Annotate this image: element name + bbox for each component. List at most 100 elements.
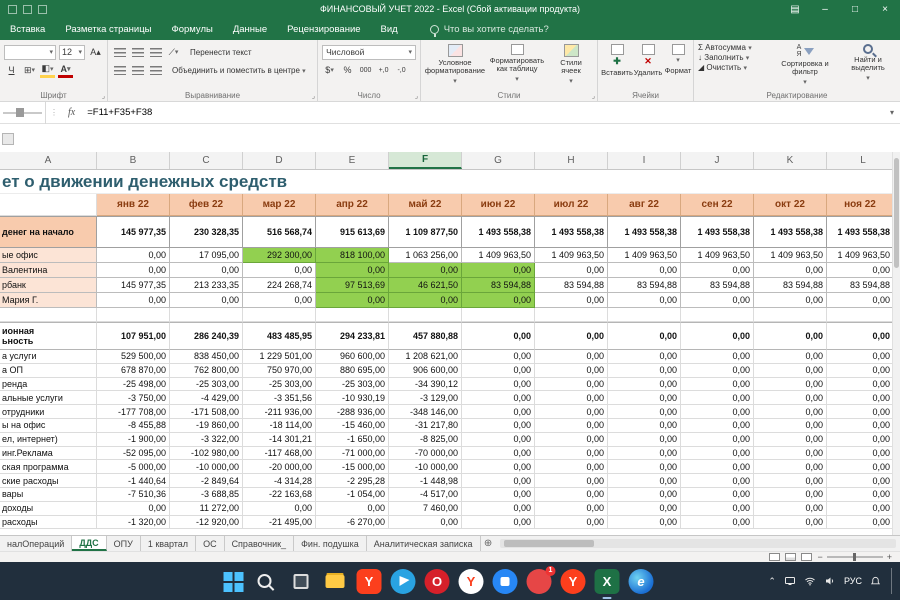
column-header[interactable]: B [97, 152, 170, 169]
row-label[interactable]: альные услуги [0, 391, 97, 406]
normal-view-icon[interactable] [769, 553, 781, 561]
cell[interactable]: -3 129,00 [389, 391, 462, 406]
yandex-icon[interactable]: Y [458, 568, 484, 594]
cell[interactable]: 0,00 [462, 293, 535, 308]
cell[interactable]: -1 900,00 [97, 432, 170, 447]
zoom-in-icon[interactable]: + [887, 552, 892, 562]
sheet-tab[interactable]: Фин. подушка [294, 536, 367, 551]
ribbon-display-options-icon[interactable]: ▤ [780, 0, 810, 18]
cell[interactable]: 0,00 [462, 515, 535, 530]
month-header-cell[interactable]: июл 22 [535, 194, 608, 216]
cell[interactable]: 0,00 [754, 363, 827, 378]
cell[interactable] [389, 308, 462, 322]
cell[interactable]: 0,00 [608, 460, 681, 475]
close-button[interactable]: × [870, 0, 900, 18]
cell[interactable]: -25 498,00 [97, 377, 170, 392]
cell[interactable]: 0,00 [827, 501, 900, 516]
cell[interactable]: 0,00 [754, 432, 827, 447]
cell[interactable]: 0,00 [462, 460, 535, 475]
ribbon-tab[interactable]: Вставка [0, 18, 55, 40]
monitor-icon[interactable] [784, 575, 796, 587]
cell[interactable]: 0,00 [243, 501, 316, 516]
excel-icon[interactable]: X [594, 568, 620, 599]
cell[interactable] [316, 308, 389, 322]
cell[interactable]: 83 594,88 [827, 278, 900, 293]
cell[interactable]: 0,00 [97, 248, 170, 263]
merge-center-button[interactable]: Объединить и поместить в центре ▾ [172, 66, 306, 75]
zoom-slider-knob[interactable] [852, 553, 856, 561]
cell[interactable] [608, 308, 681, 322]
cell[interactable]: 0,00 [535, 363, 608, 378]
sort-filter-button[interactable]: АЯ Сортировка и фильтр ▾ [774, 43, 836, 90]
cell[interactable]: 0,00 [754, 474, 827, 488]
cell[interactable]: -20 000,00 [243, 460, 316, 475]
cell[interactable]: 0,00 [681, 391, 754, 406]
tell-me-search[interactable]: Что вы хотите сделать? [429, 24, 549, 37]
cell[interactable]: -25 303,00 [243, 377, 316, 392]
cell[interactable]: -3 688,85 [170, 487, 243, 502]
cell[interactable]: 0,00 [754, 322, 827, 350]
cell[interactable]: 0,00 [535, 418, 608, 433]
cell[interactable]: 0,00 [535, 391, 608, 406]
cell[interactable]: 0,00 [827, 515, 900, 530]
cell[interactable]: 0,00 [170, 293, 243, 308]
cell[interactable]: 457 880,88 [389, 322, 462, 350]
align-right-icon[interactable] [148, 63, 163, 78]
cell[interactable]: 11 272,00 [170, 501, 243, 516]
align-top-icon[interactable] [112, 45, 127, 60]
month-header-cell[interactable]: янв 22 [97, 194, 170, 216]
cell[interactable]: 0,00 [243, 263, 316, 278]
cell[interactable]: 0,00 [681, 293, 754, 308]
cell[interactable]: 0,00 [681, 322, 754, 350]
cell[interactable]: 286 240,39 [170, 322, 243, 350]
sheet-tab[interactable]: ОПУ [107, 536, 141, 551]
cell[interactable]: 0,00 [681, 405, 754, 419]
cell[interactable]: 750 970,00 [243, 363, 316, 378]
borders-icon[interactable]: ⊞ ▾ [22, 63, 37, 78]
cell[interactable]: -4 517,00 [389, 487, 462, 502]
cell[interactable]: 0,00 [681, 350, 754, 364]
cell[interactable]: 0,00 [535, 501, 608, 516]
month-header-cell[interactable]: июн 22 [462, 194, 535, 216]
row-label[interactable]: вары [0, 487, 97, 502]
cell[interactable]: 1 493 558,38 [462, 216, 535, 248]
cell[interactable]: 1 109 877,50 [389, 216, 462, 248]
cell[interactable]: 0,00 [535, 405, 608, 419]
sheet-tab[interactable]: Справочник_ [225, 536, 295, 551]
edge-icon[interactable]: e [628, 568, 654, 594]
cell[interactable]: -3 351,56 [243, 391, 316, 406]
cell[interactable]: 0,00 [535, 487, 608, 502]
cell[interactable]: 0,00 [827, 460, 900, 475]
formula-bar-expand-icon[interactable]: ▾ [890, 108, 900, 117]
cell[interactable]: 0,00 [462, 432, 535, 447]
cell[interactable]: 0,00 [608, 418, 681, 433]
horizontal-scrollbar-thumb[interactable] [503, 540, 594, 547]
row-label[interactable]: отрудники [0, 405, 97, 419]
restore-button[interactable]: □ [840, 0, 870, 18]
cell[interactable]: -4 429,00 [170, 391, 243, 406]
font-color-icon[interactable]: А ▾ [58, 63, 73, 78]
page-break-view-icon[interactable] [801, 553, 813, 561]
cell[interactable] [243, 308, 316, 322]
cell[interactable]: 818 100,00 [316, 248, 389, 263]
number-dialog-launcher-icon[interactable]: ⌟ [415, 92, 418, 100]
cell[interactable]: -25 303,00 [316, 377, 389, 392]
row-label[interactable]: ы на офис [0, 418, 97, 433]
align-bottom-icon[interactable] [148, 45, 163, 60]
cell[interactable]: 0,00 [681, 515, 754, 530]
cell[interactable]: 0,00 [608, 377, 681, 392]
cell[interactable]: 838 450,00 [170, 350, 243, 364]
month-header-cell[interactable]: авг 22 [608, 194, 681, 216]
grow-font-icon[interactable]: A▴ [88, 45, 103, 60]
cell[interactable]: 0,00 [462, 487, 535, 502]
cell[interactable]: 0,00 [535, 432, 608, 447]
cell[interactable]: 0,00 [827, 377, 900, 392]
cell[interactable]: 0,00 [608, 322, 681, 350]
orientation-icon[interactable]: ⟋ ▾ [166, 45, 181, 60]
sheet-tab[interactable]: 1 квартал [141, 536, 197, 551]
cell[interactable]: -10 000,00 [389, 460, 462, 475]
search-icon[interactable] [255, 569, 280, 594]
ribbon-tab[interactable]: Вид [371, 18, 408, 40]
cell[interactable]: 292 300,00 [243, 248, 316, 263]
cell[interactable]: -2 849,64 [170, 474, 243, 488]
